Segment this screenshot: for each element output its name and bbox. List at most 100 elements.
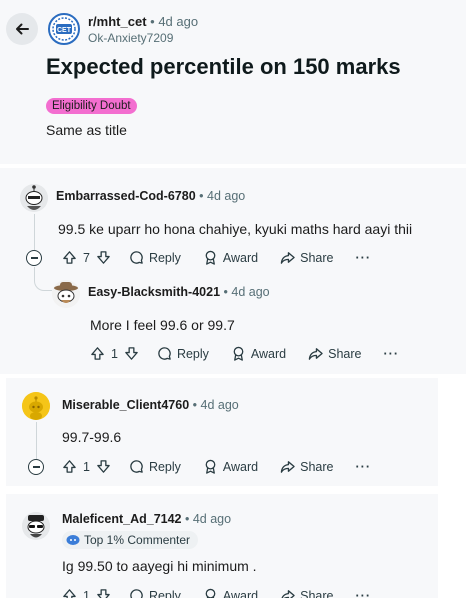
share-label: Share — [300, 459, 334, 474]
award-button[interactable]: Award — [231, 346, 286, 361]
comment-text: 99.5 ke uparr ho hona chahiye, kyuki mat… — [58, 221, 413, 237]
collapse-thread-button[interactable] — [28, 459, 44, 475]
vote-count: 1 — [83, 459, 90, 474]
downvote-icon[interactable] — [96, 250, 111, 265]
comment-header: Miserable_Client4760 • 4d ago — [62, 398, 239, 412]
vote-group: 1 — [62, 459, 111, 474]
avatar[interactable] — [20, 184, 48, 212]
comment-header: Easy-Blacksmith-4021 • 4d ago — [88, 285, 270, 299]
reply-button[interactable]: Reply — [129, 250, 181, 265]
top-commenter-badge: Top 1% Commenter — [62, 531, 199, 549]
comment-actions: 1 Reply Award Share ··· — [62, 459, 371, 474]
badge-label: Top 1% Commenter — [84, 533, 191, 547]
more-options-icon[interactable]: ··· — [356, 589, 372, 598]
comment-age: • 4d ago — [185, 512, 232, 526]
reply-label: Reply — [176, 346, 209, 361]
avatar[interactable] — [52, 280, 80, 308]
downvote-icon[interactable] — [124, 346, 139, 361]
post-age: • 4d ago — [150, 14, 199, 29]
share-button[interactable]: Share — [308, 346, 362, 361]
more-options-icon[interactable]: ··· — [384, 347, 400, 361]
reply-button[interactable]: Reply — [129, 459, 181, 474]
award-button[interactable]: Award — [203, 588, 258, 598]
share-button[interactable]: Share — [280, 588, 334, 598]
snoo-default-avatar-icon — [22, 392, 50, 420]
share-label: Share — [300, 250, 334, 265]
award-icon — [205, 459, 216, 474]
thread-connector — [34, 267, 52, 291]
vote-count: 7 — [83, 250, 90, 265]
upvote-icon[interactable] — [62, 250, 77, 265]
award-label: Award — [222, 250, 259, 265]
vote-count: 1 — [111, 346, 118, 361]
award-icon — [205, 588, 216, 598]
upvote-icon[interactable] — [62, 459, 77, 474]
share-arrow-icon — [281, 590, 295, 598]
post-title: Expected percentile on 150 marks — [46, 54, 401, 79]
upvote-icon[interactable] — [62, 588, 77, 598]
reply-label: Reply — [148, 250, 181, 265]
comment-age: • 4d ago — [223, 285, 270, 299]
vote-count: 1 — [83, 588, 90, 598]
vote-group: 7 — [62, 250, 111, 265]
back-button[interactable] — [6, 13, 38, 45]
comment-actions: 1 Reply Award Share ··· — [90, 346, 399, 361]
share-arrow-icon — [280, 461, 295, 473]
more-options-icon[interactable]: ··· — [356, 460, 372, 474]
reply-label: Reply — [148, 459, 181, 474]
share-button[interactable]: Share — [280, 459, 334, 474]
award-button[interactable]: Award — [203, 459, 258, 474]
collapse-thread-button[interactable] — [26, 250, 42, 266]
comment-text: Ig 99.50 to aayegi hi minimum . — [62, 558, 257, 574]
award-label: Award — [222, 588, 259, 598]
more-options-icon[interactable]: ··· — [356, 251, 372, 265]
thread-line — [36, 422, 37, 459]
share-label: Share — [328, 346, 362, 361]
share-arrow-icon — [280, 252, 295, 264]
subreddit-name[interactable]: r/mht_cet — [88, 14, 147, 29]
comment-username[interactable]: Embarrassed-Cod-6780 — [56, 189, 196, 203]
comment-bubble-icon — [130, 589, 143, 598]
subreddit-logo[interactable]: CET — [48, 13, 80, 45]
reply-button[interactable]: Reply — [129, 588, 181, 598]
cet-logo-icon: CET — [51, 16, 77, 42]
award-icon — [233, 346, 244, 361]
snoo-cowboy-avatar-icon — [52, 280, 80, 308]
avatar[interactable] — [22, 392, 50, 420]
reply-button[interactable]: Reply — [157, 346, 209, 361]
comment-age: • 4d ago — [199, 189, 246, 203]
post-body: Same as title — [46, 122, 127, 138]
award-label: Award — [250, 346, 287, 361]
snoo-avatar-icon — [20, 184, 48, 212]
avatar[interactable] — [22, 512, 50, 540]
top-commenter-icon — [66, 535, 80, 545]
award-label: Award — [222, 459, 259, 474]
comment-header: Maleficent_Ad_7142 • 4d ago — [62, 512, 231, 526]
share-label: Share — [300, 588, 334, 598]
vote-group: 1 — [90, 346, 139, 361]
comment-bubble-icon — [130, 460, 143, 473]
award-icon — [205, 250, 216, 265]
downvote-icon[interactable] — [96, 588, 111, 598]
post-author[interactable]: Ok-Anxiety7209 — [88, 31, 173, 45]
share-arrow-icon — [308, 348, 323, 360]
svg-text:CET: CET — [57, 27, 72, 34]
thread-line — [34, 214, 35, 250]
comment-bubble-icon — [130, 251, 143, 264]
comment-text: 99.7-99.6 — [62, 429, 122, 445]
share-button[interactable]: Share — [280, 250, 334, 265]
downvote-icon[interactable] — [96, 459, 111, 474]
reply-label: Reply — [148, 588, 181, 598]
snoo-sunglasses-avatar-icon — [22, 512, 50, 540]
vote-group: 1 — [62, 588, 111, 598]
comment-age: • 4d ago — [192, 398, 239, 412]
comment-text: More I feel 99.6 or 99.7 — [90, 317, 235, 333]
upvote-icon[interactable] — [90, 346, 105, 361]
comment-bubble-icon — [158, 347, 171, 360]
comment-actions: 7 Reply Award Share ··· — [62, 250, 371, 265]
comment-username[interactable]: Miserable_Client4760 — [62, 398, 189, 412]
comment-username[interactable]: Maleficent_Ad_7142 — [62, 512, 182, 526]
award-button[interactable]: Award — [203, 250, 258, 265]
comment-username[interactable]: Easy-Blacksmith-4021 — [88, 285, 220, 299]
post-flair[interactable]: Eligibility Doubt — [46, 98, 137, 114]
